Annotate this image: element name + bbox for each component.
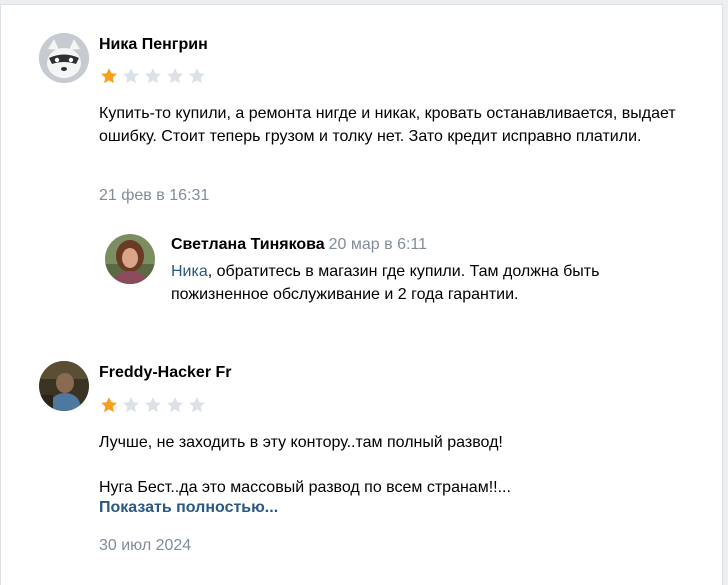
star-empty-icon (123, 397, 139, 413)
star-empty-icon (189, 397, 205, 413)
avatar[interactable] (39, 33, 89, 83)
show-more-link[interactable]: Показать полностью... (99, 499, 278, 517)
review-date[interactable]: 30 июл 2024 (99, 537, 191, 555)
reply-text: Ника, обратитесь в магазин где купили. Т… (171, 260, 701, 306)
review-author[interactable]: Ника Пенгрин (99, 36, 208, 54)
review-text-line: Лучше, не заходить в эту контору..там по… (99, 434, 503, 451)
review-date[interactable]: 21 фев в 16:31 (99, 187, 209, 205)
review-text: Купить-то купили, а ремонта нигде и ника… (99, 105, 676, 145)
star-empty-icon (145, 68, 161, 84)
rating-stars (99, 395, 207, 415)
review-author[interactable]: Freddy-Hacker Fr (99, 364, 232, 382)
reviews-panel: Ника Пенгрин Купить-то купили, а ремонта… (0, 4, 723, 585)
star-empty-icon (167, 397, 183, 413)
avatar[interactable] (39, 361, 89, 411)
review-text-line: Нуга Бест..да это массовый развод по все… (99, 479, 511, 496)
reply-body: , обратитесь в магазин где купили. Там д… (171, 263, 600, 303)
star-empty-icon (167, 68, 183, 84)
reply-author[interactable]: Светлана Тинякова (171, 236, 325, 253)
reply-header: Светлана Тинякова 20 мар в 6:11 (171, 236, 427, 254)
user-photo-avatar-image (39, 361, 89, 411)
star-empty-icon (145, 397, 161, 413)
star-empty-icon (189, 68, 205, 84)
star-filled-icon (101, 397, 117, 413)
mention-link[interactable]: Ника (171, 263, 208, 280)
star-empty-icon (123, 68, 139, 84)
user-photo-avatar-image (105, 234, 155, 284)
reply-avatar[interactable] (105, 234, 155, 284)
reply-date[interactable]: 20 мар в 6:11 (329, 236, 427, 253)
rating-stars (99, 66, 207, 86)
raccoon-avatar-image (39, 33, 89, 83)
star-filled-icon (101, 68, 117, 84)
